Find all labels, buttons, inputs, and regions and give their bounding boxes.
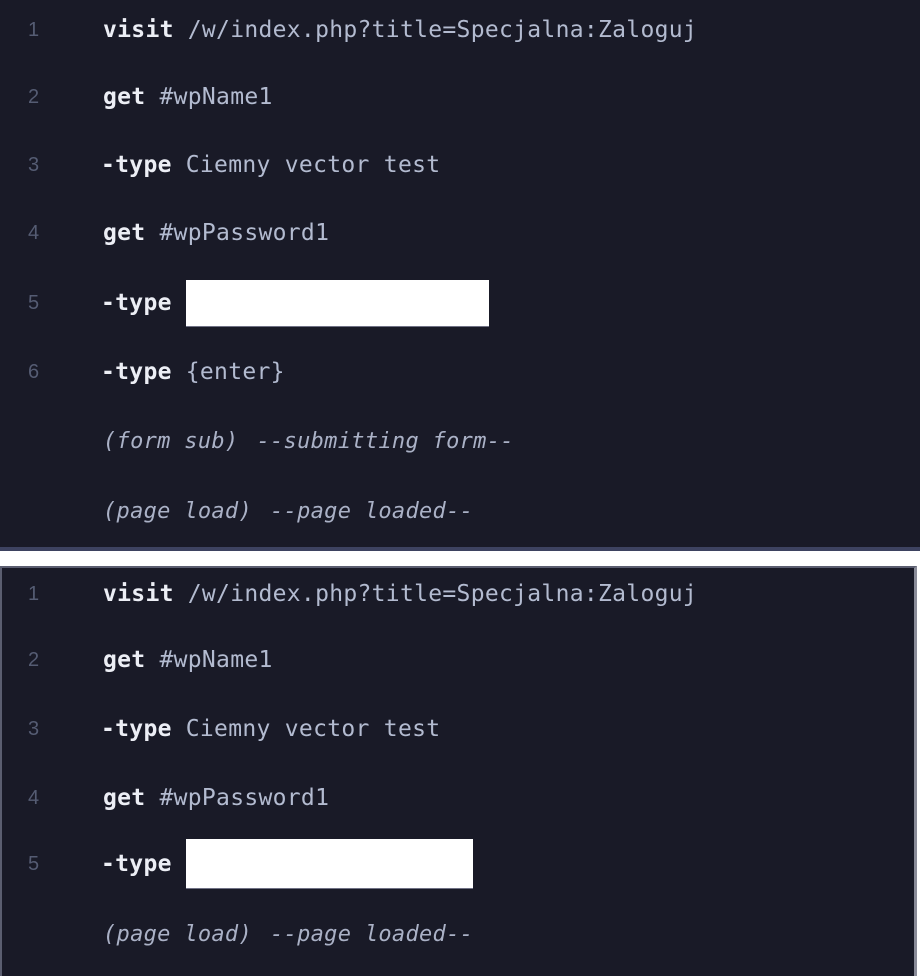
event-label: (page load): [103, 921, 252, 947]
command-argument: #wpPassword1: [159, 785, 330, 811]
command-name: visit: [103, 17, 174, 43]
line-number: 2: [28, 648, 40, 671]
command-name: -type: [101, 359, 172, 385]
command-name: -type: [101, 152, 172, 178]
line-number: 6: [28, 360, 40, 383]
event-label: (page load): [103, 498, 252, 524]
line-number: 1: [28, 582, 40, 605]
line-number: 1: [28, 18, 40, 41]
command-argument: /w/index.php?title=Specjalna:Zaloguj: [187, 581, 698, 607]
line-number: 4: [28, 786, 40, 809]
command-name: visit: [103, 581, 174, 607]
command-name: get: [103, 220, 146, 246]
command-argument: /w/index.php?title=Specjalna:Zaloguj: [187, 17, 698, 43]
line-number: 3: [28, 153, 40, 176]
command-log-panel-bottom: 1 visit /w/index.php?title=Specjalna:Zal…: [0, 566, 917, 976]
line-number: 4: [28, 221, 40, 244]
command-name: -type: [101, 716, 172, 742]
command-log-panel-top: 1 visit /w/index.php?title=Specjalna:Zal…: [0, 0, 920, 551]
line-number: 2: [28, 85, 40, 108]
redacted-password: [185, 279, 489, 327]
command-name: get: [103, 647, 146, 673]
redacted-password: [185, 839, 473, 889]
command-name: -type: [101, 851, 172, 877]
event-message: --submitting form--: [256, 428, 514, 454]
command-argument: #wpName1: [159, 84, 273, 110]
event-message: --page loaded--: [270, 498, 474, 524]
command-name: get: [103, 84, 146, 110]
command-argument: #wpPassword1: [159, 220, 330, 246]
command-argument: {enter}: [185, 359, 285, 385]
event-label: (form sub): [103, 428, 239, 454]
command-argument: #wpName1: [159, 647, 273, 673]
line-number: 5: [28, 291, 40, 314]
command-argument: Ciemny vector test: [185, 152, 441, 178]
line-number: 3: [28, 717, 40, 740]
command-name: -type: [101, 290, 172, 316]
line-number: 5: [28, 852, 40, 875]
command-name: get: [103, 785, 146, 811]
command-argument: Ciemny vector test: [185, 716, 441, 742]
event-message: --page loaded--: [270, 921, 474, 947]
